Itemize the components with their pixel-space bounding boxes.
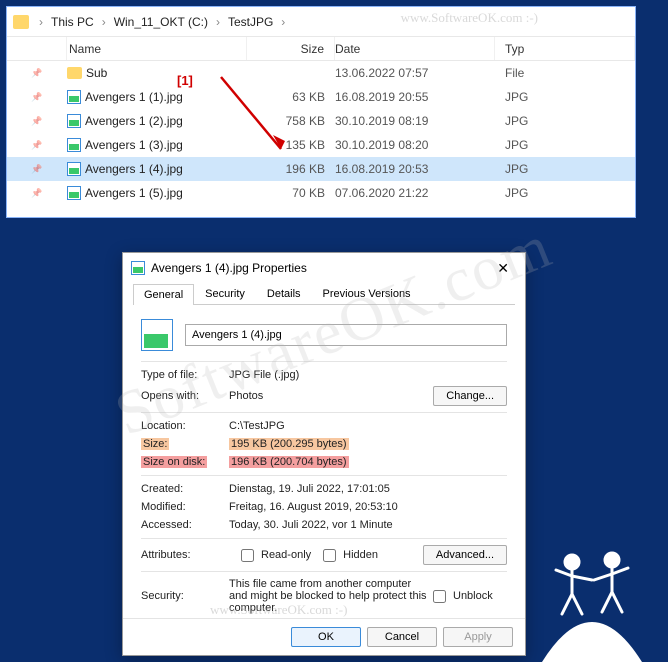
type-of-file-value: JPG File (.jpg) bbox=[229, 369, 507, 381]
column-headers: Name Size Date Typ bbox=[7, 37, 635, 61]
column-header-name[interactable]: Name bbox=[67, 37, 247, 60]
close-button[interactable]: ✕ bbox=[489, 258, 517, 279]
file-name-cell: Avengers 1 (2).jpg bbox=[67, 114, 247, 128]
file-row[interactable]: 📌Avengers 1 (5).jpg70 KB07.06.2020 21:22… bbox=[7, 181, 635, 205]
security-text: This file came from another computer and… bbox=[229, 578, 429, 614]
created-label: Created: bbox=[141, 483, 229, 495]
file-name-cell: Avengers 1 (4).jpg bbox=[67, 162, 247, 176]
file-type-cell: JPG bbox=[495, 162, 635, 176]
accessed-label: Accessed: bbox=[141, 519, 229, 531]
file-size-cell: 196 KB bbox=[247, 162, 335, 176]
file-date-cell: 13.06.2022 07:57 bbox=[335, 66, 495, 80]
column-header-date[interactable]: Date bbox=[335, 37, 495, 60]
file-row[interactable]: 📌Avengers 1 (1).jpg63 KB16.08.2019 20:55… bbox=[7, 85, 635, 109]
modified-label: Modified: bbox=[141, 501, 229, 513]
properties-dialog: Avengers 1 (4).jpg Properties ✕ General … bbox=[122, 252, 526, 656]
file-row[interactable]: 📌Avengers 1 (4).jpg196 KB16.08.2019 20:5… bbox=[7, 157, 635, 181]
file-date-cell: 16.08.2019 20:53 bbox=[335, 162, 495, 176]
file-date-cell: 30.10.2019 08:20 bbox=[335, 138, 495, 152]
chevron-right-icon: › bbox=[214, 15, 222, 29]
column-header-type[interactable]: Typ bbox=[495, 37, 635, 60]
dialog-title: Avengers 1 (4).jpg Properties bbox=[151, 261, 307, 275]
location-value: C:\TestJPG bbox=[229, 420, 507, 432]
pin-icon[interactable]: 📌 bbox=[7, 140, 67, 151]
change-button[interactable]: Change... bbox=[433, 386, 507, 406]
image-file-icon bbox=[67, 90, 81, 104]
column-header-size[interactable]: Size bbox=[247, 37, 335, 60]
file-name-cell: Sub bbox=[67, 66, 247, 80]
cancel-button[interactable]: Cancel bbox=[367, 627, 437, 647]
advanced-button[interactable]: Advanced... bbox=[423, 545, 507, 565]
titlebar[interactable]: Avengers 1 (4).jpg Properties ✕ bbox=[123, 253, 525, 283]
mascot-illustration bbox=[522, 522, 662, 662]
chevron-right-icon: › bbox=[100, 15, 108, 29]
tab-details[interactable]: Details bbox=[256, 283, 312, 304]
image-file-icon bbox=[67, 114, 81, 128]
file-name-cell: Avengers 1 (3).jpg bbox=[67, 138, 247, 152]
file-row[interactable]: 📌Avengers 1 (3).jpg135 KB30.10.2019 08:2… bbox=[7, 133, 635, 157]
annotation-marker: [1] bbox=[177, 73, 193, 88]
pin-icon[interactable]: 📌 bbox=[7, 68, 67, 79]
type-of-file-label: Type of file: bbox=[141, 369, 229, 381]
folder-icon bbox=[13, 15, 29, 29]
readonly-checkbox[interactable]: Read-only bbox=[237, 546, 311, 565]
file-name-cell: Avengers 1 (1).jpg bbox=[67, 90, 247, 104]
tab-general[interactable]: General bbox=[133, 284, 194, 305]
pin-icon[interactable]: 📌 bbox=[7, 116, 67, 127]
file-row[interactable]: 📌Avengers 1 (2).jpg758 KB30.10.2019 08:1… bbox=[7, 109, 635, 133]
file-size-cell: 135 KB bbox=[247, 138, 335, 152]
file-name-cell: Avengers 1 (5).jpg bbox=[67, 186, 247, 200]
accessed-value: Today, 30. Juli 2022, vor 1 Minute bbox=[229, 519, 507, 531]
file-date-cell: 07.06.2020 21:22 bbox=[335, 186, 495, 200]
file-explorer-window: › This PC › Win_11_OKT (C:) › TestJPG › … bbox=[6, 6, 636, 218]
tab-security[interactable]: Security bbox=[194, 283, 256, 304]
size-label: Size: bbox=[141, 438, 229, 450]
modified-value: Freitag, 16. August 2019, 20:53:10 bbox=[229, 501, 507, 513]
image-file-icon bbox=[67, 162, 81, 176]
pin-icon[interactable]: 📌 bbox=[7, 92, 67, 103]
opens-with-value: Photos bbox=[229, 390, 433, 402]
dialog-buttons: OK Cancel Apply bbox=[123, 618, 525, 655]
pin-icon[interactable]: 📌 bbox=[7, 164, 67, 175]
size-on-disk-value: 196 KB (200.704 bytes) bbox=[229, 456, 507, 468]
file-size-cell: 63 KB bbox=[247, 90, 335, 104]
breadcrumb-segment[interactable]: TestJPG bbox=[226, 13, 275, 31]
filename-input[interactable] bbox=[185, 324, 507, 346]
file-type-icon bbox=[141, 319, 173, 351]
image-file-icon bbox=[131, 261, 145, 275]
file-type-cell: File bbox=[495, 66, 635, 80]
size-on-disk-label: Size on disk: bbox=[141, 456, 229, 468]
file-row[interactable]: 📌Sub 13.06.2022 07:57File bbox=[7, 61, 635, 85]
ok-button[interactable]: OK bbox=[291, 627, 361, 647]
hidden-checkbox[interactable]: Hidden bbox=[319, 546, 378, 565]
created-value: Dienstag, 19. Juli 2022, 17:01:05 bbox=[229, 483, 507, 495]
file-date-cell: 30.10.2019 08:19 bbox=[335, 114, 495, 128]
file-type-cell: JPG bbox=[495, 186, 635, 200]
chevron-right-icon: › bbox=[37, 15, 45, 29]
opens-with-label: Opens with: bbox=[141, 390, 229, 402]
tabs: General Security Details Previous Versio… bbox=[133, 283, 515, 305]
unblock-checkbox[interactable]: Unblock bbox=[429, 587, 493, 606]
breadcrumb-segment[interactable]: Win_11_OKT (C:) bbox=[112, 13, 210, 31]
security-label: Security: bbox=[141, 590, 229, 602]
size-value: 195 KB (200.295 bytes) bbox=[229, 438, 507, 450]
pin-icon[interactable]: 📌 bbox=[7, 188, 67, 199]
apply-button[interactable]: Apply bbox=[443, 627, 513, 647]
breadcrumb-segment[interactable]: This PC bbox=[49, 13, 96, 31]
image-file-icon bbox=[67, 186, 81, 200]
breadcrumb[interactable]: › This PC › Win_11_OKT (C:) › TestJPG › bbox=[7, 7, 635, 37]
file-type-cell: JPG bbox=[495, 114, 635, 128]
file-type-cell: JPG bbox=[495, 138, 635, 152]
tab-previous-versions[interactable]: Previous Versions bbox=[312, 283, 422, 304]
chevron-right-icon: › bbox=[279, 15, 287, 29]
folder-icon bbox=[67, 67, 82, 79]
file-list: 📌Sub13.06.2022 07:57File📌Avengers 1 (1).… bbox=[7, 61, 635, 205]
file-date-cell: 16.08.2019 20:55 bbox=[335, 90, 495, 104]
file-size-cell: 70 KB bbox=[247, 186, 335, 200]
image-file-icon bbox=[67, 138, 81, 152]
file-type-cell: JPG bbox=[495, 90, 635, 104]
attributes-label: Attributes: bbox=[141, 549, 229, 561]
location-label: Location: bbox=[141, 420, 229, 432]
file-size-cell: 758 KB bbox=[247, 114, 335, 128]
